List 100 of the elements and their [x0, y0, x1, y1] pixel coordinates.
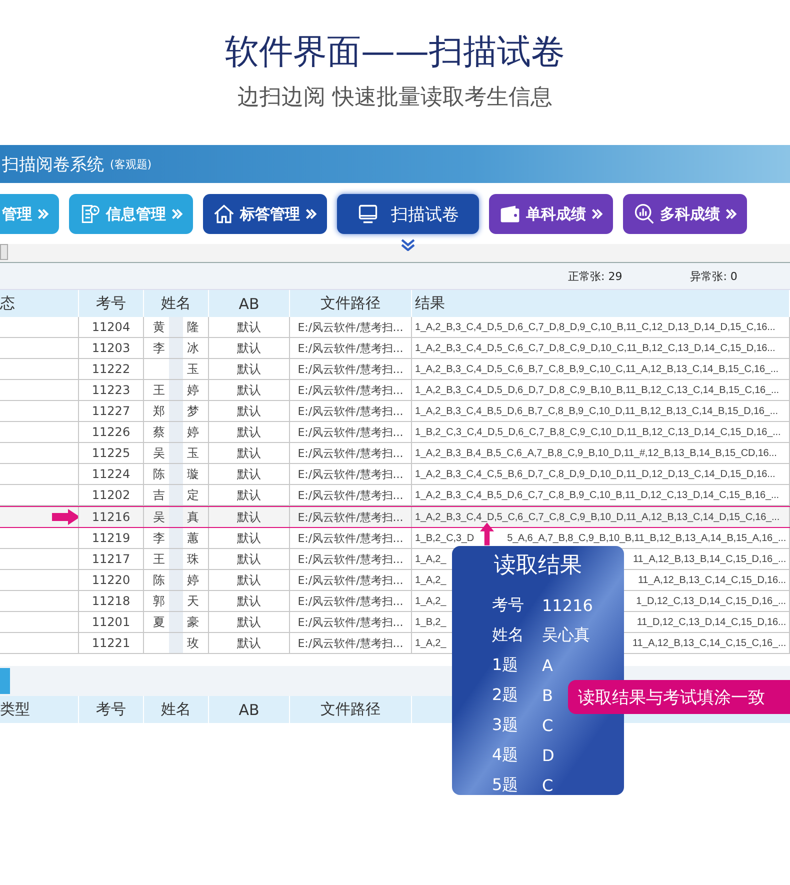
popup-label: 2题 — [492, 684, 520, 706]
table-cell: 默认 — [209, 633, 290, 653]
document-clock-icon — [79, 203, 101, 225]
result-text: 1_A,2_B,3_C,4_C,5_B,6_D,7_C,8_D,9_D,10_D,11_D,12_D,13_C,14_D,15_D,16... — [415, 468, 776, 480]
table-cell: 默认 — [209, 549, 290, 569]
result-text: 1_A,2_B,3_C,4_D,5_C,6_C,7_C,8_C,9_B,10_D,11_A,12_B,13_C,14_D,15_C,16_... — [415, 512, 780, 522]
privacy-mask — [169, 591, 183, 611]
pointer-arrow-icon — [52, 509, 78, 525]
table-cell: E:/风云软件/慧考扫... — [290, 401, 412, 421]
result-text: 1_B,2_C,3_C,4_D,5_D,6_C,7_B,8_C,9_C,10_D,11_B,12_C,13_D,14_C,15_D,16_... — [415, 426, 781, 438]
table-cell: 11222 — [79, 359, 144, 379]
table-row[interactable]: 11204 黄 隆 默认 E:/风云软件/慧考扫... 1_A,2_B,3_C,4_D,5_D,6_C,7_D,8_D,9_C,10_B,11_C,12_D,13_D,14_D,15_C,16... — [0, 317, 790, 338]
result-text: 1_B,2_C,3_D — [415, 532, 474, 544]
privacy-mask — [169, 401, 183, 421]
table-cell: E:/风云软件/慧考扫... — [290, 570, 412, 590]
popup-label: 4题 — [492, 744, 520, 766]
privacy-mask — [169, 359, 183, 379]
table-row[interactable]: 11223 王 婷 默认 E:/风云软件/慧考扫... 1_A,2_B,3_C,4_D,5_D,6_D,7_D,8_C,9_B,10_B,11_B,12_C,13_C,14_B,15_C,16_... — [0, 380, 790, 401]
name-char: 陈 — [152, 572, 166, 588]
table-row[interactable]: 11203 李 冰 默认 E:/风云软件/慧考扫... 1_A,2_B,3_C,4_D,5_C,6_C,7_D,8_C,9_D,10_C,11_B,12_C,13_D,14_C,15_D,16... — [0, 338, 790, 359]
nav-button[interactable]: 扫描试卷 — [337, 194, 479, 234]
result-text: 1_A,2_ — [415, 574, 446, 586]
nav-button[interactable]: 单科成绩 — [489, 194, 613, 234]
popup-value: B — [542, 686, 553, 704]
name-char: 玉 — [186, 360, 200, 378]
name-char: 婷 — [186, 382, 200, 398]
name-char: 夏 — [152, 614, 166, 630]
name-char: 真 — [186, 508, 200, 526]
double-chevron-icon — [171, 208, 183, 220]
double-chevron-down-icon — [401, 239, 415, 251]
name-char: 婷 — [186, 572, 200, 588]
name-char: 蕙 — [186, 530, 200, 546]
result-text: 1_A,2_B,3_C,4_B,5_D,6_B,7_C,8_B,9_C,10_D,11_B,12_B,13_C,14_B,15_D,16_... — [415, 406, 778, 416]
column-header: 态 — [0, 290, 79, 317]
table-cell: 默认 — [209, 317, 290, 337]
result-text: 1_B,2_ — [415, 616, 446, 628]
table-cell: 11217 — [79, 549, 144, 569]
nav-button[interactable]: 标答管理 — [203, 194, 327, 234]
table-cell: E:/风云软件/慧考扫... — [290, 338, 412, 358]
privacy-mask — [169, 464, 183, 484]
table-row[interactable]: 11222 玉 默认 E:/风云软件/慧考扫... 1_A,2_B,3_C,4_D,5_C,6_B,7_C,8_B,9_C,10_C,11_A,12_B,13_C,14_B,15_C,16_... — [0, 359, 790, 380]
table-cell: 默认 — [209, 443, 290, 463]
privacy-mask — [169, 633, 183, 653]
table-cell: E:/风云软件/慧考扫... — [290, 485, 412, 505]
name-char: 蔡 — [152, 424, 166, 440]
table-row[interactable]: 11224 陈 璇 默认 E:/风云软件/慧考扫... 1_A,2_B,3_C,4_C,5_B,6_D,7_C,8_D,9_D,10_D,11_D,12_D,13_C,14_D,15_D,16... — [0, 464, 790, 485]
monitor-icon — [357, 203, 379, 225]
column-header: 文件路径 — [290, 290, 412, 317]
name-char: 吉 — [152, 486, 166, 504]
column-header: AB — [209, 290, 290, 317]
table-cell: 默认 — [209, 612, 290, 632]
table-cell: E:/风云软件/慧考扫... — [290, 317, 412, 337]
result-text: 1_A,2_B,3_B,4_B,5_C,6_A,7_B,8_C,9_B,10_D,11_#,12_B,13_B,14_B,15_CD,16... — [415, 448, 777, 458]
table-cell: 默认 — [209, 464, 290, 484]
name-char: 陈 — [152, 466, 166, 482]
result-text: 1_A,2_ — [415, 638, 446, 648]
name-char: 梦 — [186, 402, 200, 420]
table-cell: 11202 — [79, 485, 144, 505]
popup-label: 1题 — [492, 654, 520, 676]
table-cell: 11201 — [79, 612, 144, 632]
table-row[interactable]: 11225 吴 玉 默认 E:/风云软件/慧考扫... 1_A,2_B,3_B,4_B,5_C,6_A,7_B,8_C,9_B,10_D,11_#,12_B,13_B,14_B,15_CD,16... — [0, 443, 790, 464]
double-chevron-icon — [725, 208, 737, 220]
name-char: 王 — [152, 382, 166, 398]
name-char: 吴 — [152, 508, 166, 526]
table-cell: 11227 — [79, 401, 144, 421]
table-cell: 11204 — [79, 317, 144, 337]
tab-stub[interactable] — [0, 244, 8, 260]
page-title: 软件界面——扫描试卷 — [225, 31, 565, 74]
table-cell: 默认 — [209, 507, 290, 527]
column-header: 考号 — [79, 290, 144, 317]
app-title: 扫描阅卷系统 — [2, 154, 104, 176]
table-row[interactable]: 11226 蔡 婷 默认 E:/风云软件/慧考扫... 1_B,2_C,3_C,4_D,5_D,6_C,7_B,8_C,9_C,10_D,11_B,12_C,13_D,14_C,15_D,16_... — [0, 422, 790, 443]
column-header: 类型 — [0, 696, 79, 723]
table-cell: 11218 — [79, 591, 144, 611]
table-cell: E:/风云软件/慧考扫... — [290, 633, 412, 653]
privacy-mask — [169, 549, 183, 569]
double-chevron-icon — [591, 208, 603, 220]
table-cell: 默认 — [209, 570, 290, 590]
page-subtitle: 边扫边阅 快速批量读取考生信息 — [238, 84, 552, 112]
popup-label: 3题 — [492, 714, 520, 736]
table-cell: 11223 — [79, 380, 144, 400]
privacy-mask — [169, 612, 183, 632]
table-cell: 11226 — [79, 422, 144, 442]
table-row[interactable]: 11216 吴 真 默认 E:/风云软件/慧考扫... 1_A,2_B,3_C,4_D,5_C,6_C,7_C,8_C,9_B,10_D,11_A,12_B,13_C,14_D,15_C,16_... — [0, 506, 790, 528]
name-char: 冰 — [186, 340, 200, 356]
table-cell: 默认 — [209, 359, 290, 379]
table-cell: 11219 — [79, 528, 144, 548]
result-text: 1_A,2_ — [415, 554, 446, 564]
popup-label: 5题 — [492, 774, 520, 796]
tab-stub[interactable] — [0, 668, 10, 694]
popup-value: 11216 — [542, 596, 593, 614]
privacy-mask — [169, 338, 183, 358]
double-chevron-icon — [37, 208, 49, 220]
up-arrow-icon — [480, 522, 494, 546]
name-char: 豪 — [186, 614, 200, 630]
table-cell: 默认 — [209, 528, 290, 548]
result-text: 1_A,2_ — [415, 596, 446, 606]
popup-value: C — [542, 716, 554, 734]
nav-button[interactable]: 多科成绩 — [623, 194, 747, 234]
table-row[interactable]: 11227 郑 梦 默认 E:/风云软件/慧考扫... 1_A,2_B,3_C,4_B,5_D,6_B,7_C,8_B,9_C,10_D,11_B,12_B,13_C,14_B,15_D,16_... — [0, 401, 790, 422]
